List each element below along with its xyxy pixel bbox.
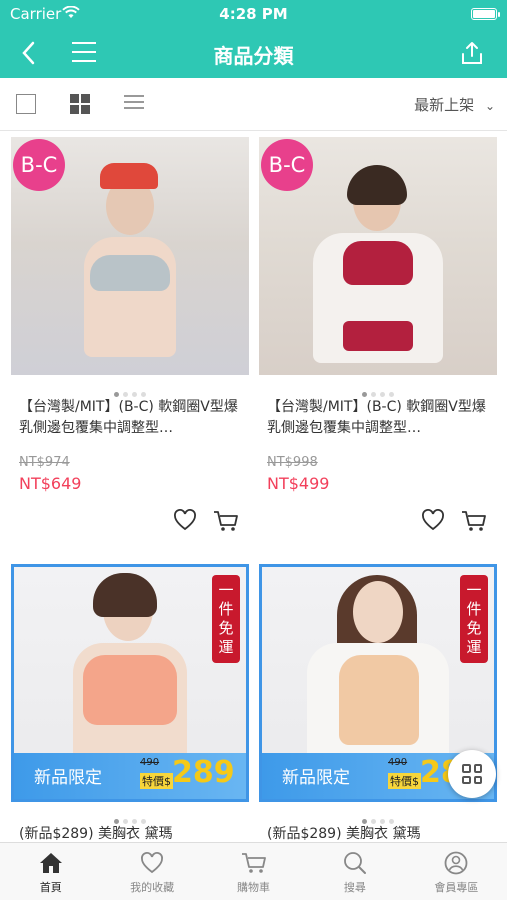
original-price: NT$974	[19, 455, 70, 470]
tab-home[interactable]: 首頁	[0, 843, 101, 900]
promo-label: 新品限定	[34, 768, 102, 788]
tab-label: 搜尋	[343, 881, 366, 894]
home-icon	[39, 853, 62, 873]
product-card[interactable]: 一件免運 新品限定 490 特價$ 289 (新品$289) 美胸衣 黛瑪	[11, 564, 249, 842]
tab-label: 首頁	[39, 881, 62, 894]
promo-special-label: 特價$	[388, 773, 421, 789]
grid-view-icon[interactable]	[70, 94, 90, 114]
category-grid-button[interactable]	[448, 750, 496, 798]
sort-label: 最新上架	[414, 96, 475, 114]
cart-icon	[241, 853, 266, 873]
user-icon	[444, 851, 468, 875]
clock: 4:28 PM	[219, 5, 288, 23]
product-card[interactable]: 一件免運 新品限定 490 特價$ 28 (新品$289) 美胸衣 黛瑪	[259, 564, 497, 842]
original-price: NT$998	[267, 455, 318, 470]
promo-label: 新品限定	[282, 768, 350, 788]
tab-label: 會員專區	[434, 881, 479, 894]
product-name[interactable]: 【台灣製/MIT】(B-C) 軟鋼圈V型爆乳側邊包覆集中調整型…	[259, 397, 497, 441]
page-title: 商品分類	[213, 44, 294, 68]
product-card[interactable]: B-C 【台灣製/MIT】(B-C) 軟鋼圈V型爆乳側邊包覆集中調整型… NT$…	[259, 137, 497, 537]
search-icon	[344, 852, 366, 874]
tab-member[interactable]: 會員專區	[406, 843, 507, 900]
promo-price: 289	[172, 755, 235, 790]
view-toolbar: 最新上架 ⌄	[0, 78, 507, 131]
nav-bar: 商品分類	[0, 28, 507, 78]
heart-icon[interactable]	[173, 509, 197, 531]
status-bar: Carrier 4:28 PM	[0, 0, 507, 28]
tab-cart[interactable]: 購物車	[203, 843, 304, 900]
size-badge: B-C	[261, 139, 313, 191]
cart-icon[interactable]	[213, 509, 239, 533]
tab-label: 我的收藏	[130, 881, 175, 894]
sale-price: NT$499	[267, 474, 330, 493]
battery-icon	[471, 8, 500, 20]
sort-dropdown[interactable]: 最新上架 ⌄	[414, 94, 495, 115]
promo-banner: 新品限定 490 特價$ 289	[14, 753, 246, 799]
sale-price: NT$649	[19, 474, 82, 493]
image-pager	[259, 375, 497, 397]
promo-old-price: 490	[140, 757, 160, 768]
heart-icon[interactable]	[421, 509, 445, 531]
heart-icon	[141, 852, 164, 874]
grid-icon	[462, 764, 482, 784]
tab-search[interactable]: 搜尋	[304, 843, 405, 900]
image-pager	[11, 375, 249, 397]
product-card[interactable]: B-C 【台灣製/MIT】(B-C) 軟鋼圈V型爆乳側邊包覆集中調整型… NT$…	[11, 137, 249, 537]
free-shipping-tag: 一件免運	[212, 575, 240, 663]
list-view-icon[interactable]	[124, 95, 144, 113]
select-all-checkbox[interactable]	[16, 94, 36, 114]
tab-bar: 首頁 我的收藏 購物車 搜尋 會員專區	[0, 842, 507, 900]
product-image[interactable]: B-C	[11, 137, 249, 375]
tab-favorites[interactable]: 我的收藏	[101, 843, 202, 900]
size-badge: B-C	[13, 139, 65, 191]
product-name[interactable]: (新品$289) 美胸衣 黛瑪	[259, 824, 497, 842]
promo-old-price: 490	[388, 757, 408, 768]
promo-special-label: 特價$	[140, 773, 173, 789]
product-name[interactable]: (新品$289) 美胸衣 黛瑪	[11, 824, 249, 842]
share-icon[interactable]	[459, 40, 485, 66]
product-image[interactable]: 一件免運 新品限定 490 特價$ 289	[11, 564, 249, 802]
free-shipping-tag: 一件免運	[460, 575, 488, 663]
image-pager	[11, 802, 249, 824]
product-image[interactable]: B-C	[259, 137, 497, 375]
product-grid: B-C 【台灣製/MIT】(B-C) 軟鋼圈V型爆乳側邊包覆集中調整型… NT$…	[0, 131, 507, 842]
product-name[interactable]: 【台灣製/MIT】(B-C) 軟鋼圈V型爆乳側邊包覆集中調整型…	[11, 397, 249, 441]
chevron-down-icon: ⌄	[484, 99, 495, 113]
tab-label: 購物車	[237, 881, 271, 894]
cart-icon[interactable]	[461, 509, 487, 533]
image-pager	[259, 802, 497, 824]
